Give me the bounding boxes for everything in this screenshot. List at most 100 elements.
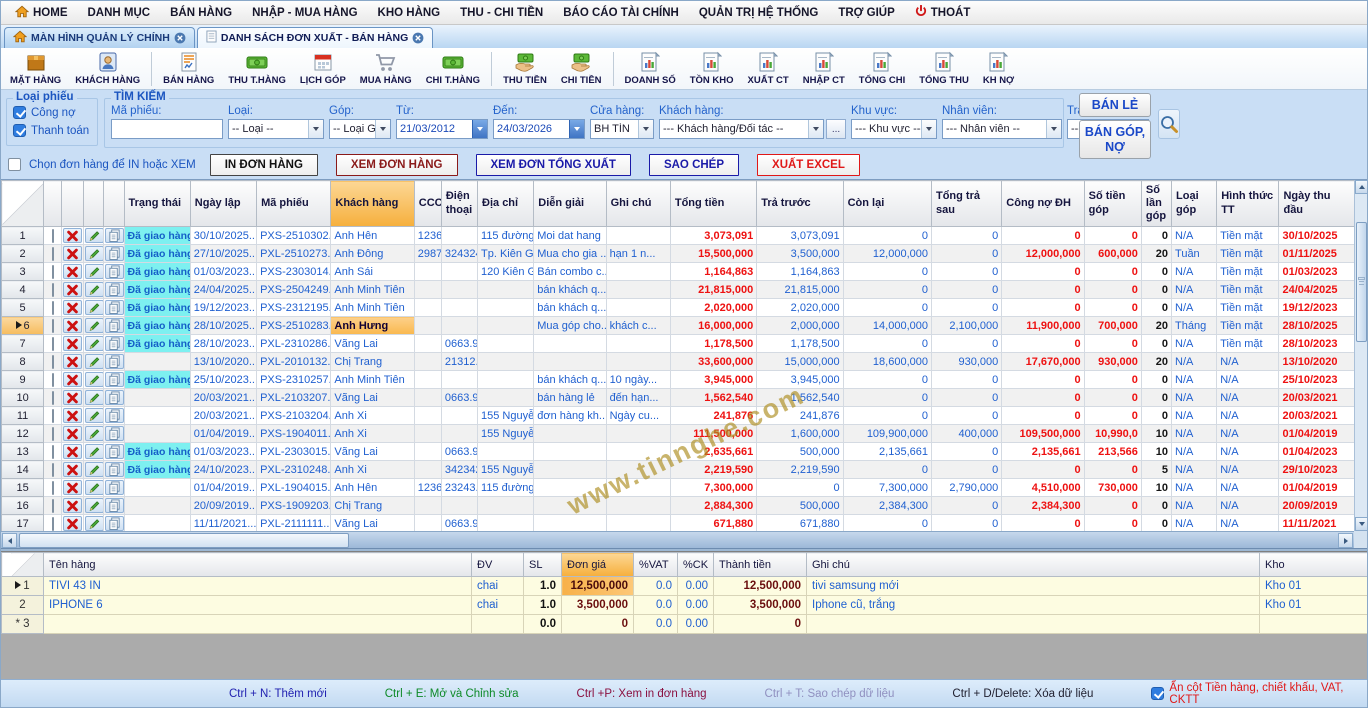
- hide-columns-checkbox[interactable]: [1151, 687, 1164, 700]
- toolbar-button-t-n-kho[interactable]: TỒN KHO: [683, 49, 741, 89]
- column-header-status[interactable]: Trạng thái: [124, 181, 190, 227]
- row-copy-button-cell[interactable]: [104, 335, 124, 353]
- select-orders-checkbox[interactable]: [8, 158, 21, 171]
- row-copy-button-cell[interactable]: [104, 245, 124, 263]
- column-header-first[interactable]: Ngày thu đầu: [1279, 181, 1356, 227]
- column-header-pay[interactable]: Hình thức TT: [1217, 181, 1279, 227]
- chevron-down-icon[interactable]: [1046, 120, 1061, 138]
- detail-cell-name[interactable]: TIVI 43 IN: [44, 577, 472, 596]
- action-button-xem-n-h-ng[interactable]: XEM ĐƠN HÀNG: [336, 154, 458, 176]
- row-copy-button-cell[interactable]: [104, 407, 124, 425]
- gop-select[interactable]: -- Loại G: [329, 119, 391, 139]
- row-checkbox-cell[interactable]: [44, 389, 62, 407]
- toolbar-button-kh-n-[interactable]: KH NỢ: [976, 49, 1021, 89]
- order-row[interactable]: 9Đã giao hàng25/10/2023...PXS-2310257...…: [2, 371, 1356, 389]
- horizontal-scroll-thumb[interactable]: [19, 533, 349, 548]
- row-delete-button[interactable]: [63, 300, 82, 315]
- order-row[interactable]: 1120/03/2021...PXS-2103204...Anh Xi155 N…: [2, 407, 1356, 425]
- chevron-down-icon[interactable]: [375, 120, 390, 138]
- detail-column-header-unit[interactable]: ĐV: [472, 553, 524, 577]
- toolbar-button-l-ch-g-p[interactable]: LỊCH GÓP: [293, 49, 353, 89]
- row-copy-button[interactable]: [105, 408, 124, 423]
- order-row[interactable]: 2Đã giao hàng27/10/2025...PXL-2510273...…: [2, 245, 1356, 263]
- detail-corner-cell[interactable]: [2, 553, 44, 577]
- row-edit-button[interactable]: [85, 462, 104, 477]
- menu-item-kho-h-ng[interactable]: KHO HÀNG: [368, 1, 451, 24]
- den-ngay-datepicker[interactable]: 24/03/2026: [493, 119, 585, 139]
- order-row[interactable]: 1020/03/2021...PXL-2103207...Vãng Lai066…: [2, 389, 1356, 407]
- row-edit-button-cell[interactable]: [84, 353, 104, 371]
- detail-column-header-name[interactable]: Tên hàng: [44, 553, 472, 577]
- item-row[interactable]: 2IPHONE 6chai1.03,500,0000.00.003,500,00…: [2, 596, 1368, 615]
- menu-item-danh-m-c[interactable]: DANH MỤC: [78, 1, 161, 24]
- installment-sale-button[interactable]: BÁN GÓP, NỢ: [1079, 120, 1151, 159]
- chevron-down-icon[interactable]: [569, 120, 584, 138]
- item-row[interactable]: 1TIVI 43 INchai1.012,500,0000.00.0012,50…: [2, 577, 1368, 596]
- row-edit-button-cell[interactable]: [84, 515, 104, 533]
- row-checkbox[interactable]: [52, 283, 54, 297]
- row-delete-button-cell[interactable]: [62, 227, 84, 245]
- row-delete-button-cell[interactable]: [62, 353, 84, 371]
- column-header-phone[interactable]: Điện thoại: [441, 181, 477, 227]
- column-header-desc[interactable]: Diễn giải: [534, 181, 606, 227]
- order-row[interactable]: 1620/09/2019...PXS-1909203...Chị Trang2,…: [2, 497, 1356, 515]
- row-edit-button[interactable]: [85, 498, 104, 513]
- row-checkbox[interactable]: [52, 499, 54, 513]
- row-checkbox-cell[interactable]: [44, 461, 62, 479]
- column-header-note[interactable]: Ghi chú: [606, 181, 670, 227]
- detail-cell-vat[interactable]: 0.0: [634, 577, 678, 596]
- row-edit-button-cell[interactable]: [84, 281, 104, 299]
- column-header-paylater[interactable]: Tổng trả sau: [931, 181, 1001, 227]
- menu-item-tho-t[interactable]: THOÁT: [905, 1, 981, 24]
- column-header-inst_cnt[interactable]: Số lần góp: [1141, 181, 1171, 227]
- detail-cell-ck[interactable]: 0.00: [678, 615, 714, 634]
- row-edit-button[interactable]: [85, 354, 104, 369]
- detail-cell-qty[interactable]: 1.0: [524, 577, 562, 596]
- order-row[interactable]: 13Đã giao hàng01/03/2023...PXL-2303015..…: [2, 443, 1356, 461]
- row-delete-button-cell[interactable]: [62, 245, 84, 263]
- row-checkbox-cell[interactable]: [44, 353, 62, 371]
- row-checkbox-cell[interactable]: [44, 515, 62, 533]
- row-checkbox[interactable]: [52, 337, 54, 351]
- row-copy-button-cell[interactable]: [104, 281, 124, 299]
- detail-cell-ck[interactable]: 0.00: [678, 577, 714, 596]
- row-delete-button-cell[interactable]: [62, 407, 84, 425]
- toolbar-button-xu-t-ct[interactable]: XUẤT CT: [741, 49, 796, 89]
- row-edit-button-cell[interactable]: [84, 461, 104, 479]
- order-row[interactable]: 6Đã giao hàng28/10/2025...PXS-2510283...…: [2, 317, 1356, 335]
- row-delete-button-cell[interactable]: [62, 461, 84, 479]
- detail-column-header-amount[interactable]: Thành tiền: [714, 553, 807, 577]
- menu-item-home[interactable]: HOME: [5, 1, 78, 24]
- row-copy-button[interactable]: [105, 300, 124, 315]
- chevron-down-icon[interactable]: [472, 120, 487, 138]
- chevron-down-icon[interactable]: [308, 120, 323, 138]
- column-header-total[interactable]: Tổng tiền: [670, 181, 756, 227]
- row-delete-button-cell[interactable]: [62, 497, 84, 515]
- row-copy-button-cell[interactable]: [104, 425, 124, 443]
- order-row[interactable]: 14Đã giao hàng24/10/2023...PXL-2310248..…: [2, 461, 1356, 479]
- row-delete-button[interactable]: [63, 282, 82, 297]
- action-button-xu-t-excel[interactable]: XUẤT EXCEL: [757, 154, 860, 176]
- detail-cell-note[interactable]: Iphone cũ, trắng: [807, 596, 1260, 615]
- row-checkbox[interactable]: [52, 247, 54, 261]
- toolbar-button-chi-ti-n[interactable]: CHI TIỀN: [554, 49, 609, 89]
- order-row[interactable]: 1Đã giao hàng30/10/2025...PXS-2510302...…: [2, 227, 1356, 245]
- row-copy-button[interactable]: [105, 444, 124, 459]
- row-delete-button-cell[interactable]: [62, 317, 84, 335]
- row-edit-button[interactable]: [85, 318, 104, 333]
- action-button-in-n-h-ng[interactable]: IN ĐƠN HÀNG: [210, 154, 318, 176]
- row-edit-button-cell[interactable]: [84, 497, 104, 515]
- row-delete-button[interactable]: [63, 336, 82, 351]
- toolbar-button-doanh-s-[interactable]: DOANH SỐ: [618, 49, 683, 89]
- row-copy-button-cell[interactable]: [104, 443, 124, 461]
- chevron-down-icon[interactable]: [921, 120, 936, 138]
- row-checkbox-cell[interactable]: [44, 443, 62, 461]
- toolbar-button-mua-h-ng[interactable]: MUA HÀNG: [353, 49, 419, 89]
- row-delete-button-cell[interactable]: [62, 371, 84, 389]
- row-copy-button-cell[interactable]: [104, 353, 124, 371]
- row-edit-button[interactable]: [85, 228, 104, 243]
- row-checkbox[interactable]: [52, 517, 54, 531]
- detail-column-header-wh[interactable]: Kho: [1260, 553, 1368, 577]
- grid-corner-cell[interactable]: [2, 181, 44, 227]
- row-copy-button-cell[interactable]: [104, 497, 124, 515]
